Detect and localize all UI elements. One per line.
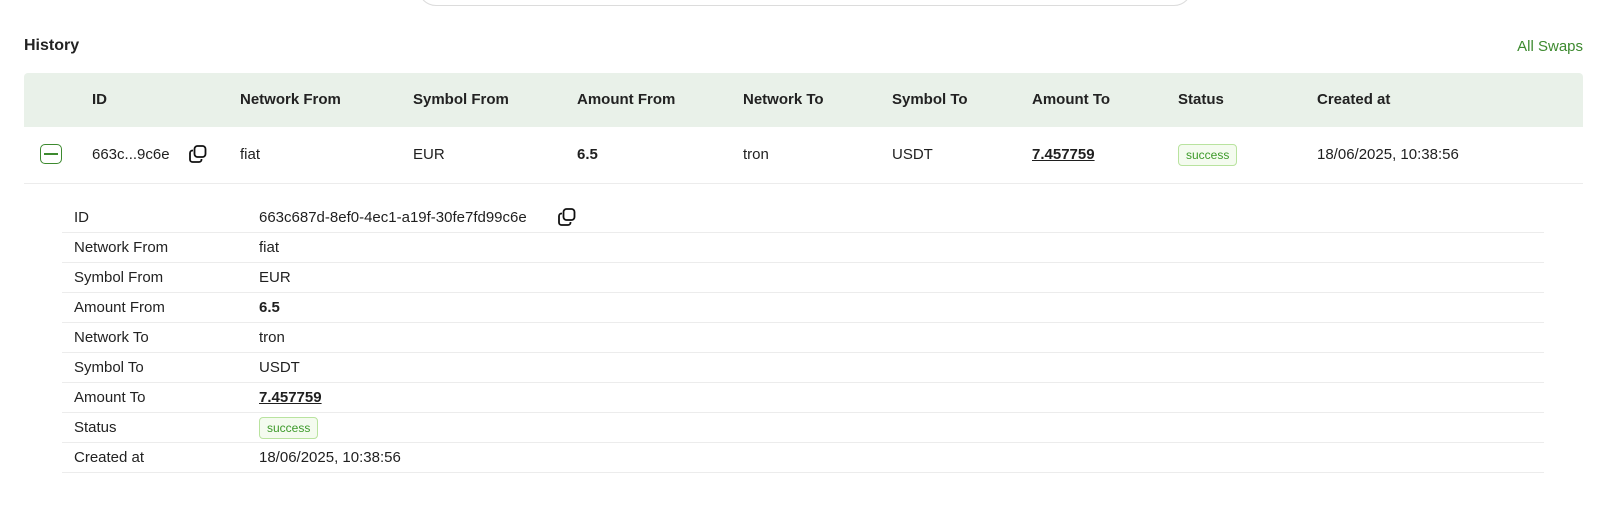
all-swaps-link[interactable]: All Swaps xyxy=(1517,38,1583,55)
detail-row-amount-from: Amount From 6.5 xyxy=(62,293,1544,323)
column-header-network-to[interactable]: Network To xyxy=(743,73,824,127)
table-header: ID Network From Symbol From Amount From … xyxy=(24,73,1583,127)
column-header-symbol-to[interactable]: Symbol To xyxy=(892,73,968,127)
cell-amount-to-link[interactable]: 7.457759 xyxy=(1032,127,1095,183)
detail-label: Status xyxy=(74,419,117,436)
cell-symbol-from: EUR xyxy=(413,146,445,163)
cell-network-to: tron xyxy=(743,146,769,163)
detail-value-network-from: fiat xyxy=(259,239,280,256)
detail-row-symbol-to: Symbol To USDT xyxy=(62,353,1544,383)
copy-icon[interactable] xyxy=(557,207,577,227)
detail-value-id: 663c687d-8ef0-4ec1-a19f-30fe7fd99c6e xyxy=(259,209,527,226)
detail-label: Network From xyxy=(74,239,169,256)
detail-row-network-from: Network From fiat xyxy=(62,233,1544,263)
cell-status: success xyxy=(1178,127,1238,183)
detail-label: Amount From xyxy=(74,299,165,316)
cell-network-from: fiat xyxy=(240,146,261,163)
column-header-id[interactable]: ID xyxy=(92,73,107,127)
detail-value-network-to: tron xyxy=(259,329,285,346)
detail-row-amount-to: Amount To 7.457759 xyxy=(62,383,1544,413)
column-header-symbol-from[interactable]: Symbol From xyxy=(413,73,509,127)
cell-created-at: 18/06/2025, 10:38:56 xyxy=(1317,146,1459,163)
column-header-network-from[interactable]: Network From xyxy=(240,73,341,127)
cell-symbol-to: USDT xyxy=(892,146,933,163)
detail-label: Created at xyxy=(74,449,145,466)
column-header-created-at[interactable]: Created at xyxy=(1317,73,1390,127)
minus-square-icon[interactable] xyxy=(40,144,62,164)
search-bar-edge[interactable] xyxy=(418,0,1192,6)
detail-label: Symbol From xyxy=(74,269,164,286)
table-row[interactable]: 663c...9c6e fiat EUR 6.5 tron USDT 7.457… xyxy=(24,127,1583,184)
section-title: History xyxy=(24,37,80,54)
detail-value-amount-to-link[interactable]: 7.457759 xyxy=(259,383,322,413)
detail-label: Network To xyxy=(74,329,149,346)
detail-row-status: Status success xyxy=(62,413,1544,443)
detail-row-id: ID 663c687d-8ef0-4ec1-a19f-30fe7fd99c6e xyxy=(62,203,1544,233)
cell-id: 663c...9c6e xyxy=(92,146,170,163)
detail-row-created-at: Created at 18/06/2025, 10:38:56 xyxy=(62,443,1544,473)
detail-value-created-at: 18/06/2025, 10:38:56 xyxy=(259,449,401,466)
status-badge: success xyxy=(1178,144,1238,167)
detail-row-symbol-from: Symbol From EUR xyxy=(62,263,1544,293)
column-header-amount-from[interactable]: Amount From xyxy=(577,73,675,127)
detail-value-symbol-from: EUR xyxy=(259,269,291,286)
status-badge: success xyxy=(259,417,319,440)
detail-value-status: success xyxy=(259,413,319,443)
copy-icon[interactable] xyxy=(188,144,208,164)
detail-label: Amount To xyxy=(74,389,146,406)
detail-label: ID xyxy=(74,209,89,226)
detail-label: Symbol To xyxy=(74,359,144,376)
detail-panel: ID 663c687d-8ef0-4ec1-a19f-30fe7fd99c6e … xyxy=(62,203,1544,473)
column-header-amount-to[interactable]: Amount To xyxy=(1032,73,1110,127)
detail-row-network-to: Network To tron xyxy=(62,323,1544,353)
column-header-status[interactable]: Status xyxy=(1178,73,1224,127)
detail-value-amount-from: 6.5 xyxy=(259,299,280,316)
cell-amount-from: 6.5 xyxy=(577,146,598,163)
detail-value-symbol-to: USDT xyxy=(259,359,300,376)
